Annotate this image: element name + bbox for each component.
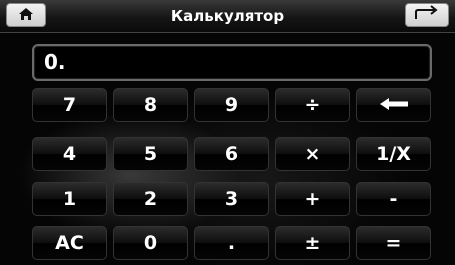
key-7[interactable]: 7 (32, 88, 107, 122)
display-value: 0. (44, 50, 66, 74)
key-label: × (304, 143, 321, 165)
key-decimal[interactable]: . (194, 226, 269, 260)
key-label: AC (55, 232, 84, 254)
key-label: + (304, 188, 321, 210)
key-label: 1/X (376, 143, 411, 165)
calculator-screen: Калькулятор 0. 7 8 9 ÷ 4 5 6 × 1/X 1 2 3… (0, 0, 455, 265)
key-label: 8 (143, 94, 158, 116)
key-8[interactable]: 8 (113, 88, 188, 122)
key-label: 9 (224, 94, 239, 116)
key-minus[interactable]: - (356, 182, 431, 216)
key-all-clear[interactable]: AC (32, 226, 107, 260)
app-title: Калькулятор (170, 7, 285, 25)
key-5[interactable]: 5 (113, 137, 188, 171)
home-icon (18, 6, 34, 25)
key-label: - (389, 188, 398, 210)
left-arrow-icon (379, 94, 409, 116)
key-label: 1 (62, 188, 77, 210)
key-1[interactable]: 1 (32, 182, 107, 216)
title-bar: Калькулятор (0, 0, 455, 33)
key-label: = (385, 232, 402, 254)
return-arrow-icon (414, 5, 440, 25)
key-divide[interactable]: ÷ (275, 88, 350, 122)
key-label: 4 (62, 143, 77, 165)
key-plus[interactable]: + (275, 182, 350, 216)
key-label: 6 (224, 143, 239, 165)
key-backspace[interactable] (356, 88, 431, 122)
key-9[interactable]: 9 (194, 88, 269, 122)
home-button[interactable] (6, 3, 46, 27)
key-label: 2 (143, 188, 158, 210)
key-3[interactable]: 3 (194, 182, 269, 216)
calculator-display: 0. (32, 44, 432, 81)
key-label: 0 (143, 232, 158, 254)
key-0[interactable]: 0 (113, 226, 188, 260)
key-2[interactable]: 2 (113, 182, 188, 216)
key-label: 7 (62, 94, 77, 116)
key-6[interactable]: 6 (194, 137, 269, 171)
key-label: ± (304, 232, 321, 254)
key-label: 5 (143, 143, 158, 165)
key-label: . (227, 232, 236, 254)
key-plus-minus[interactable]: ± (275, 226, 350, 260)
key-label: 3 (224, 188, 239, 210)
key-reciprocal[interactable]: 1/X (356, 137, 431, 171)
key-multiply[interactable]: × (275, 137, 350, 171)
key-4[interactable]: 4 (32, 137, 107, 171)
key-label: ÷ (304, 94, 321, 116)
back-button[interactable] (405, 3, 449, 27)
key-equals[interactable]: = (356, 226, 431, 260)
